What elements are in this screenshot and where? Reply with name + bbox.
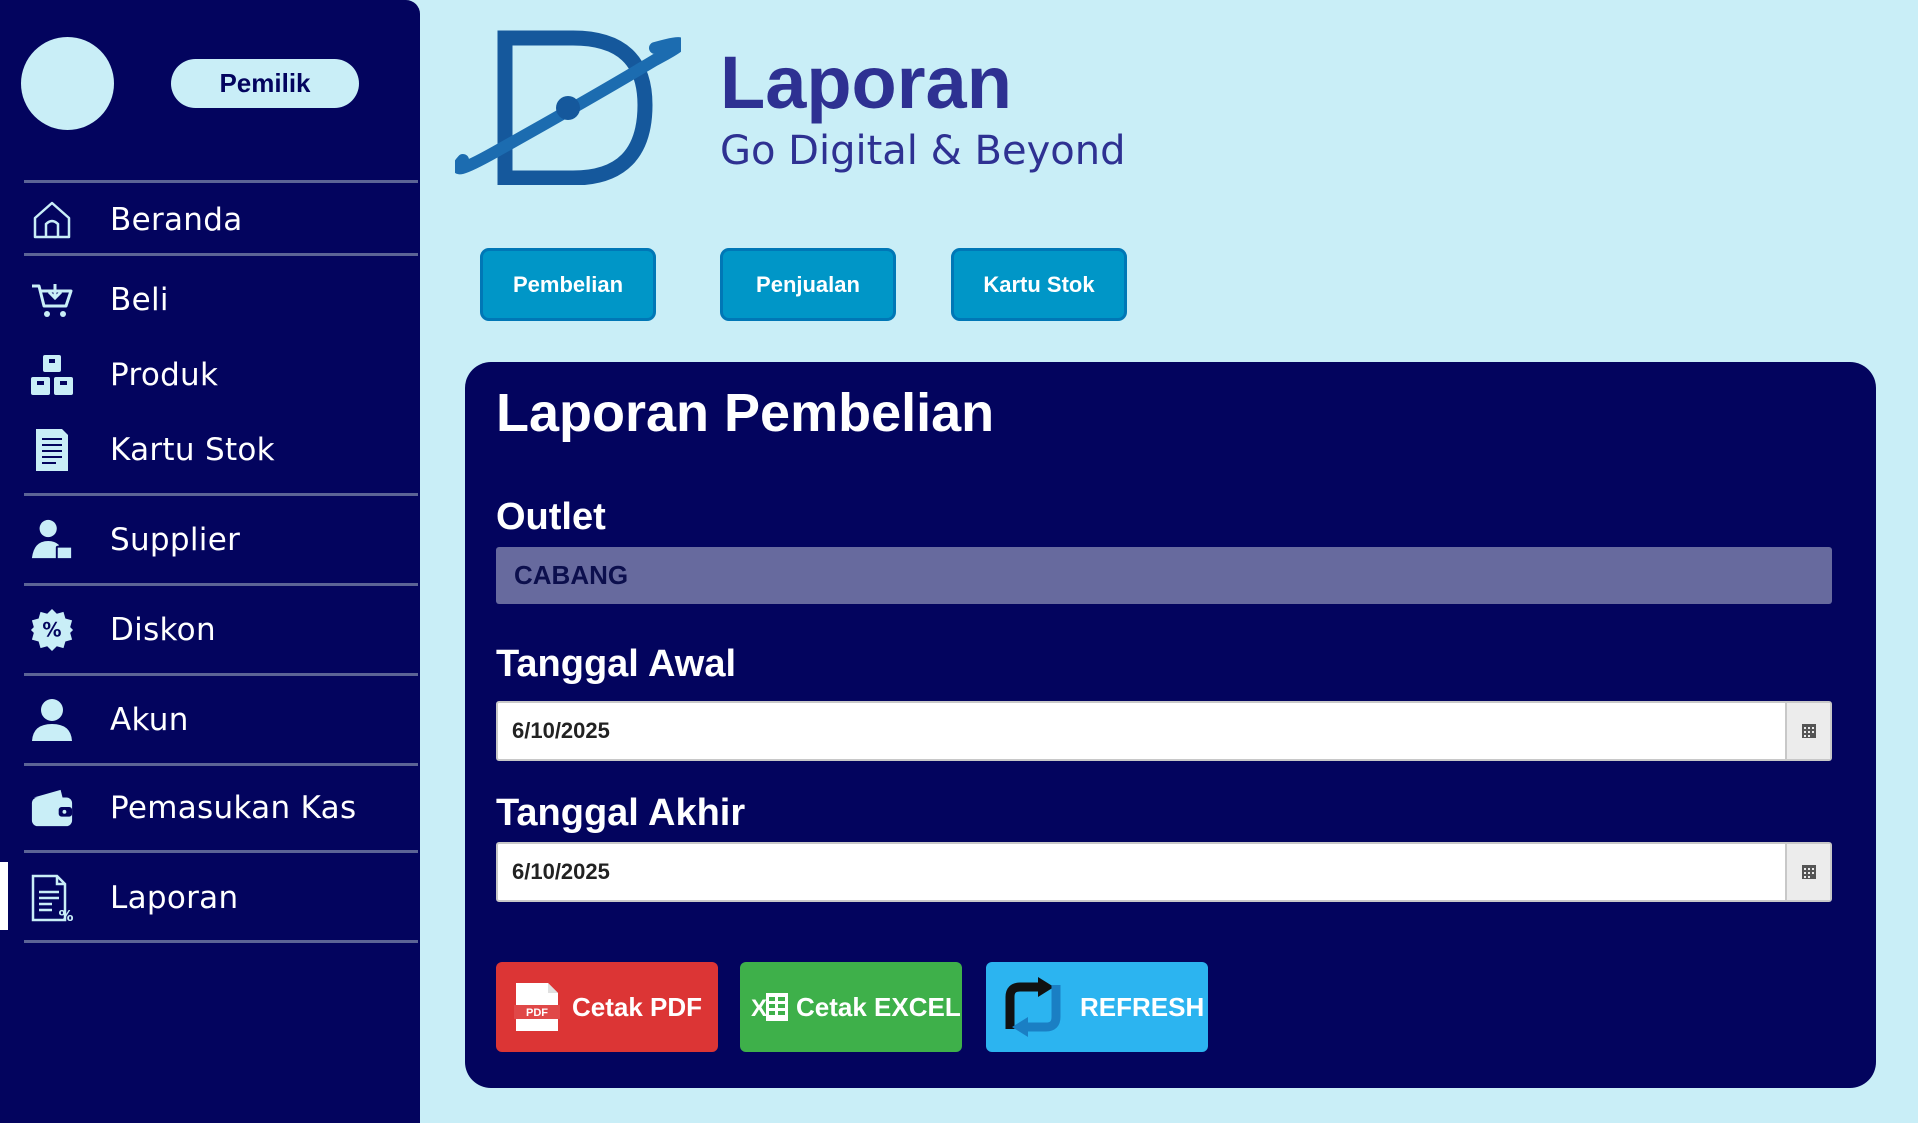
outlet-field[interactable]: CABANG [496,547,1832,604]
refresh-label: REFRESH [1080,991,1205,1022]
divider [24,673,418,676]
end-date-value: 6/10/2025 [512,859,610,884]
sidebar-item-label: Produk [110,357,219,393]
sidebar-item-produk[interactable]: Produk [0,341,418,409]
avatar[interactable] [21,37,114,130]
svg-text:%: % [42,619,61,642]
calendar-icon[interactable] [1785,703,1830,759]
app-tagline: Go Digital & Beyond [720,128,1126,174]
sidebar-item-beli[interactable]: Beli [0,266,418,334]
divider [24,180,418,183]
sidebar-item-label: Beranda [110,202,243,238]
divider [24,763,418,766]
home-icon [30,198,74,242]
sidebar-item-laporan[interactable]: % Laporan [0,864,418,932]
sidebar-item-label: Pemasukan Kas [110,790,357,826]
report-panel: Laporan Pembelian Outlet CABANG Tanggal … [465,362,1876,1088]
end-date-field[interactable]: 6/10/2025 [496,842,1832,902]
app-title: Laporan [720,41,1012,124]
sidebar-item-beranda[interactable]: Beranda [0,186,418,254]
panel-title: Laporan Pembelian [496,383,995,443]
outlet-label: Outlet [496,496,606,538]
start-date-field[interactable]: 6/10/2025 [496,701,1832,761]
wallet-icon [30,786,74,830]
sidebar-item-label: Diskon [110,612,216,648]
start-date-value: 6/10/2025 [512,718,610,743]
sidebar-item-pemasukan-kas[interactable]: Pemasukan Kas [0,774,418,842]
pdf-icon: PDF [514,981,560,1033]
sidebar-item-akun[interactable]: Akun [0,686,418,754]
sidebar-item-label: Supplier [110,522,241,558]
divider [24,583,418,586]
divider [24,253,418,256]
report-icon: % [30,874,74,922]
excel-icon-text: X [751,995,767,1022]
company-logo [452,30,686,186]
excel-icon: X [750,989,790,1025]
divider [24,493,418,496]
sidebar-item-diskon[interactable]: % Diskon [0,596,418,664]
role-badge: Pemilik [171,59,359,108]
end-date-label: Tanggal Akhir [496,792,746,834]
pdf-icon-text: PDF [526,1007,548,1019]
sidebar-item-label: Akun [110,702,189,738]
calendar-icon[interactable] [1785,844,1830,900]
tab-pembelian[interactable]: Pembelian [480,248,656,321]
cart-icon [30,278,74,322]
print-pdf-label: Cetak PDF [572,991,703,1022]
print-pdf-button[interactable]: PDF Cetak PDF [496,962,718,1052]
sidebar: Pemilik Beranda Beli Produk Kartu Stok S… [0,0,420,1123]
supplier-icon [30,518,74,562]
discount-icon: % [30,608,74,652]
sidebar-item-supplier[interactable]: Supplier [0,506,418,574]
user-icon [30,698,74,742]
tab-kartu-stok[interactable]: Kartu Stok [951,248,1127,321]
svg-text:%: % [58,907,73,922]
sidebar-item-label: Beli [110,282,169,318]
refresh-button[interactable]: REFRESH [986,962,1208,1052]
sidebar-item-kartu-stok[interactable]: Kartu Stok [0,416,418,484]
refresh-icon [998,977,1068,1037]
start-date-label: Tanggal Awal [496,643,737,685]
list-document-icon [30,428,74,472]
sidebar-item-label: Laporan [110,880,239,916]
print-excel-label: Cetak EXCEL [796,991,961,1022]
boxes-icon [30,353,74,397]
divider [24,850,418,853]
divider [24,940,418,943]
print-excel-button[interactable]: X Cetak EXCEL [740,962,962,1052]
sidebar-item-label: Kartu Stok [110,432,275,468]
tab-penjualan[interactable]: Penjualan [720,248,896,321]
